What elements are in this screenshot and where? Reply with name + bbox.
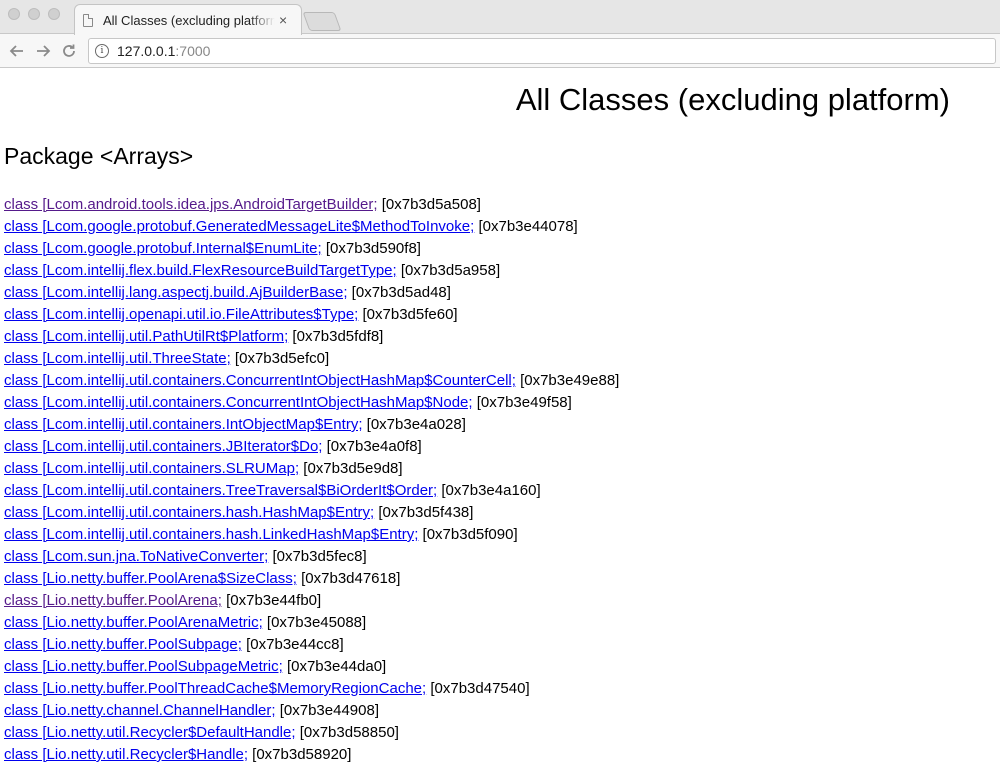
class-address: [0x7b3d5efc0] xyxy=(230,350,330,367)
class-address: [0x7b3d47540] xyxy=(426,680,530,697)
class-address: [0x7b3d5e9d8] xyxy=(299,460,403,477)
class-address: [0x7b3e44fb0] xyxy=(221,592,322,609)
tab-title: All Classes (excluding platform) xyxy=(103,12,275,28)
class-link[interactable]: class [Lio.netty.util.Recycler$DefaultHa… xyxy=(4,724,296,741)
class-link[interactable]: class [Lio.netty.buffer.PoolArenaMetric; xyxy=(4,614,263,631)
class-link[interactable]: class [Lio.netty.buffer.PoolSubpageMetri… xyxy=(4,658,283,675)
close-window-button[interactable] xyxy=(8,8,20,20)
class-link[interactable]: class [Lcom.intellij.util.containers.SLR… xyxy=(4,460,299,477)
reload-icon[interactable] xyxy=(56,38,82,64)
class-row: class [Lcom.intellij.util.containers.has… xyxy=(4,524,1000,546)
class-row: class [Lio.netty.buffer.PoolSubpage; [0x… xyxy=(4,634,1000,656)
class-address: [0x7b3e49e88] xyxy=(515,372,620,389)
class-row: class [Lcom.android.tools.idea.jps.Andro… xyxy=(4,194,1000,216)
class-row: class [Lcom.intellij.util.containers.SLR… xyxy=(4,458,1000,480)
minimize-window-button[interactable] xyxy=(28,8,40,20)
class-address: [0x7b3d5a958] xyxy=(396,262,501,279)
url-port: :7000 xyxy=(175,42,211,59)
class-row: class [Lio.netty.buffer.PoolArena$SizeCl… xyxy=(4,568,1000,590)
address-bar[interactable]: i 127.0.0.1:7000 xyxy=(88,37,996,64)
class-address: [0x7b3e44da0] xyxy=(282,658,387,675)
class-link[interactable]: class [Lcom.google.protobuf.Internal$Enu… xyxy=(4,240,322,257)
page-title: All Classes (excluding platform) xyxy=(515,82,950,117)
class-link[interactable]: class [Lcom.intellij.openapi.util.io.Fil… xyxy=(4,306,358,323)
class-address: [0x7b3d5f090] xyxy=(418,526,518,543)
class-address: [0x7b3d590f8] xyxy=(321,240,421,257)
class-address: [0x7b3e44cc8] xyxy=(241,636,344,653)
class-link[interactable]: class [Lcom.intellij.util.containers.Tre… xyxy=(4,482,437,499)
class-address: [0x7b3d5ad48] xyxy=(347,284,451,301)
class-address: [0x7b3e49f58] xyxy=(472,394,572,411)
class-row: class [Lcom.intellij.util.containers.Tre… xyxy=(4,480,1000,502)
class-address: [0x7b3e4a0f8] xyxy=(322,438,422,455)
class-address: [0x7b3e45088] xyxy=(262,614,367,631)
class-link[interactable]: class [Lcom.intellij.util.containers.has… xyxy=(4,526,418,543)
zoom-window-button[interactable] xyxy=(48,8,60,20)
class-link[interactable]: class [Lcom.intellij.util.containers.Con… xyxy=(4,394,473,411)
class-row: class [Lcom.intellij.util.containers.Int… xyxy=(4,414,1000,436)
class-row: class [Lio.netty.buffer.PoolThreadCache$… xyxy=(4,678,1000,700)
class-address: [0x7b3d58850] xyxy=(295,724,399,741)
class-row: class [Lcom.intellij.lang.aspectj.build.… xyxy=(4,282,1000,304)
class-address: [0x7b3d5f438] xyxy=(374,504,474,521)
url-host: 127.0.0.1 xyxy=(117,42,176,59)
class-address: [0x7b3e4a028] xyxy=(362,416,466,433)
class-address: [0x7b3d47618] xyxy=(296,570,401,587)
class-link[interactable]: class [Lio.netty.buffer.PoolThreadCache$… xyxy=(4,680,426,697)
class-link[interactable]: class [Lcom.intellij.util.containers.JBI… xyxy=(4,438,322,455)
class-address: [0x7b3d5fe60] xyxy=(358,306,458,323)
class-row: class [Lcom.intellij.openapi.util.io.Fil… xyxy=(4,304,1000,326)
tab-close-icon[interactable]: × xyxy=(279,12,287,28)
class-address: [0x7b3e4a160] xyxy=(437,482,541,499)
package-heading: Package <Arrays> xyxy=(4,143,194,169)
class-row: class [Lcom.intellij.flex.build.FlexReso… xyxy=(4,260,1000,282)
class-row: class [Lcom.intellij.util.containers.Con… xyxy=(4,370,1000,392)
class-row: class [Lio.netty.buffer.PoolArena; [0x7b… xyxy=(4,590,1000,612)
back-arrow-icon[interactable] xyxy=(4,38,30,64)
class-link[interactable]: class [Lio.netty.buffer.PoolArena; xyxy=(4,592,222,609)
class-link[interactable]: class [Lcom.intellij.util.PathUtilRt$Pla… xyxy=(4,328,288,345)
new-tab-button[interactable] xyxy=(302,12,342,31)
class-link[interactable]: class [Lio.netty.buffer.PoolSubpage; xyxy=(4,636,242,653)
class-address: [0x7b3e44078] xyxy=(474,218,578,235)
browser-toolbar: i 127.0.0.1:7000 xyxy=(0,34,1000,68)
page-content: All Classes (excluding platform) Package… xyxy=(0,82,1000,766)
class-row: class [Lio.netty.buffer.PoolSubpageMetri… xyxy=(4,656,1000,678)
class-list: class [Lcom.android.tools.idea.jps.Andro… xyxy=(4,194,1000,766)
class-row: class [Lio.netty.buffer.PoolArenaMetric;… xyxy=(4,612,1000,634)
class-link[interactable]: class [Lcom.android.tools.idea.jps.Andro… xyxy=(4,196,378,213)
class-link[interactable]: class [Lcom.intellij.util.containers.Int… xyxy=(4,416,362,433)
class-address: [0x7b3d5a508] xyxy=(377,196,481,213)
page-icon xyxy=(83,13,93,27)
forward-arrow-icon[interactable] xyxy=(30,38,56,64)
browser-tab[interactable]: All Classes (excluding platform) × xyxy=(74,4,302,35)
class-row: class [Lio.netty.util.Recycler$DefaultHa… xyxy=(4,722,1000,744)
class-row: class [Lcom.intellij.util.ThreeState; [0… xyxy=(4,348,1000,370)
class-link[interactable]: class [Lcom.intellij.util.ThreeState; xyxy=(4,350,231,367)
class-row: class [Lio.netty.util.Recycler$Handle; [… xyxy=(4,744,1000,766)
class-address: [0x7b3e44908] xyxy=(275,702,379,719)
class-link[interactable]: class [Lcom.intellij.flex.build.FlexReso… xyxy=(4,262,397,279)
class-link[interactable]: class [Lcom.intellij.util.containers.Con… xyxy=(4,372,516,389)
class-link[interactable]: class [Lio.netty.channel.ChannelHandler; xyxy=(4,702,276,719)
class-address: [0x7b3d5fec8] xyxy=(268,548,367,565)
class-row: class [Lcom.intellij.util.containers.Con… xyxy=(4,392,1000,414)
class-row: class [Lcom.intellij.util.containers.JBI… xyxy=(4,436,1000,458)
tab-strip: All Classes (excluding platform) × xyxy=(0,0,1000,35)
class-link[interactable]: class [Lcom.sun.jna.ToNativeConverter; xyxy=(4,548,268,565)
class-row: class [Lcom.sun.jna.ToNativeConverter; [… xyxy=(4,546,1000,568)
class-link[interactable]: class [Lcom.intellij.lang.aspectj.build.… xyxy=(4,284,348,301)
class-link[interactable]: class [Lio.netty.buffer.PoolArena$SizeCl… xyxy=(4,570,297,587)
class-row: class [Lcom.google.protobuf.GeneratedMes… xyxy=(4,216,1000,238)
class-row: class [Lcom.google.protobuf.Internal$Enu… xyxy=(4,238,1000,260)
class-link[interactable]: class [Lcom.google.protobuf.GeneratedMes… xyxy=(4,218,474,235)
info-icon[interactable]: i xyxy=(95,43,109,58)
class-row: class [Lcom.intellij.util.PathUtilRt$Pla… xyxy=(4,326,1000,348)
class-row: class [Lio.netty.channel.ChannelHandler;… xyxy=(4,700,1000,722)
class-link[interactable]: class [Lcom.intellij.util.containers.has… xyxy=(4,504,374,521)
class-address: [0x7b3d5fdf8] xyxy=(288,328,384,345)
class-row: class [Lcom.intellij.util.containers.has… xyxy=(4,502,1000,524)
window-controls xyxy=(8,8,60,20)
